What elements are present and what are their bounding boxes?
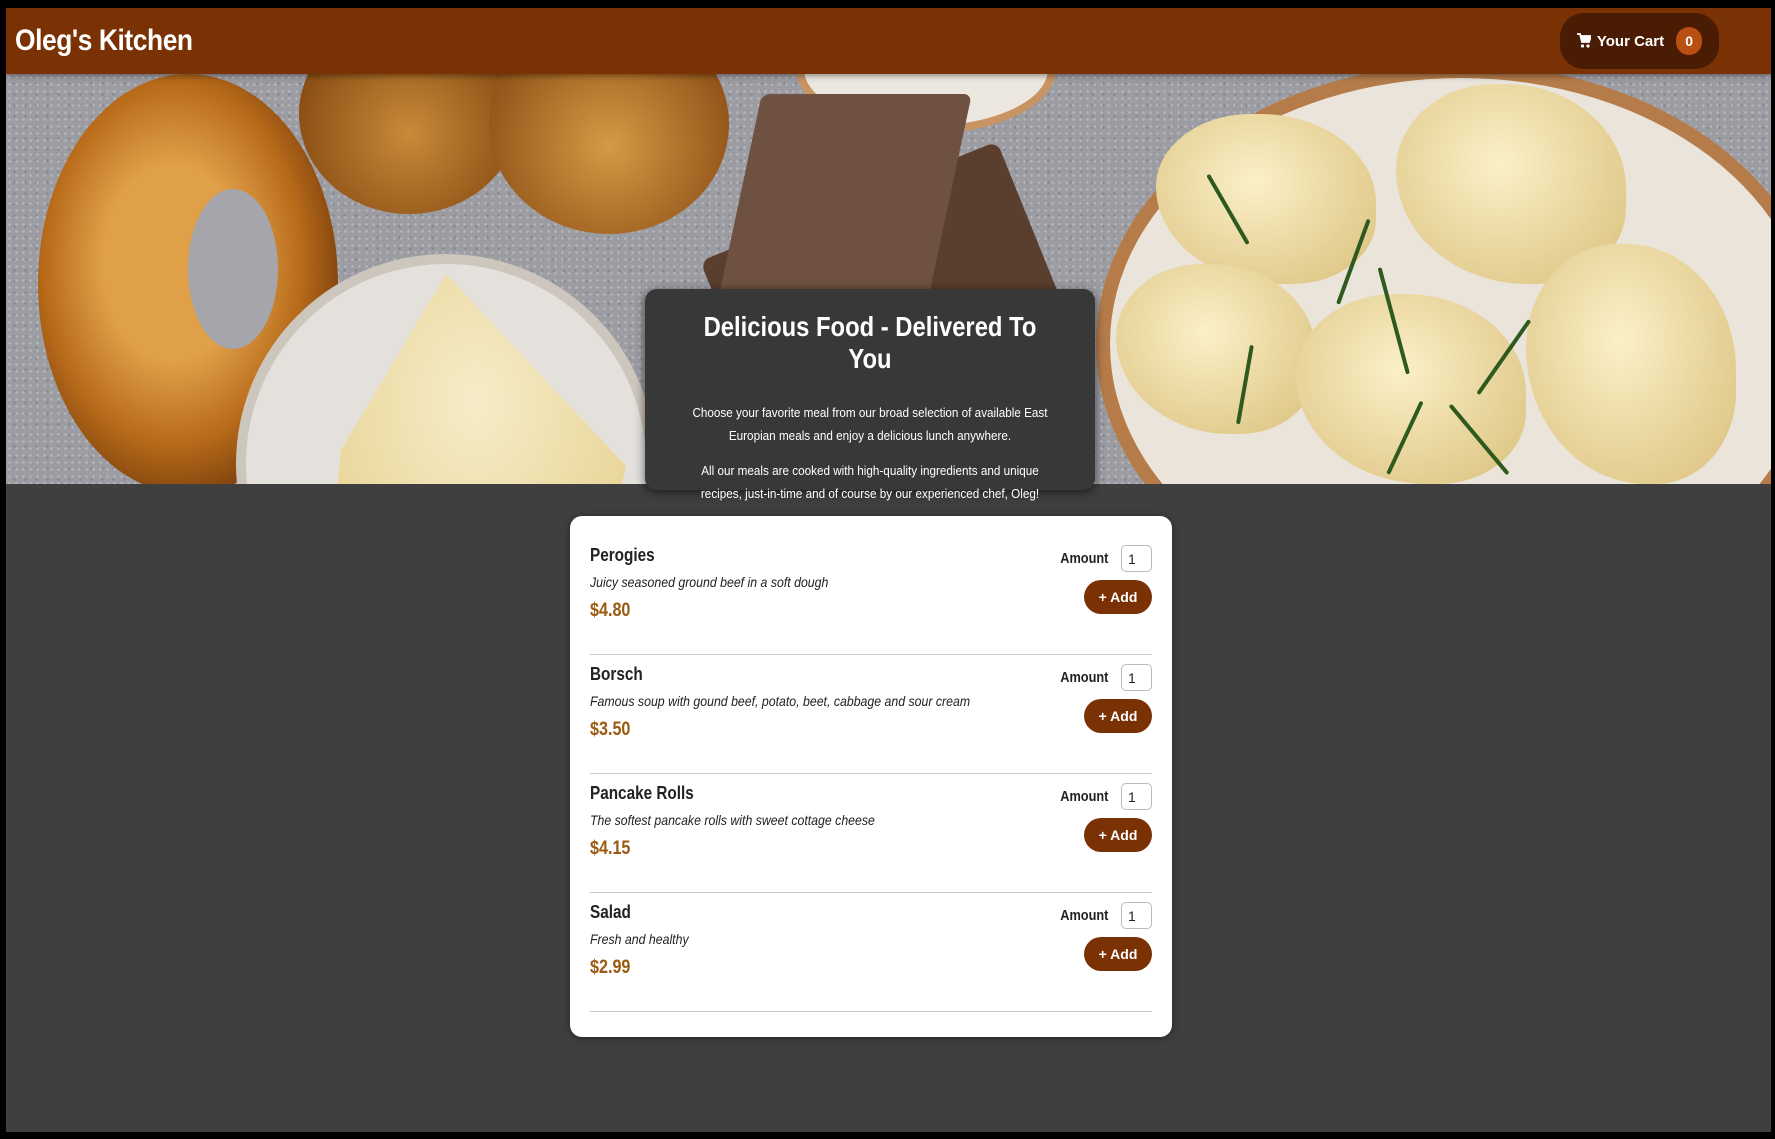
meal-description: Juicy seasoned ground beef in a soft dou… (590, 574, 829, 590)
add-button[interactable]: + Add (1084, 937, 1152, 971)
meal-name: Perogies (590, 545, 655, 565)
summary-paragraph-1: Choose your favorite meal from our broad… (692, 405, 1048, 443)
meal-description: Famous soup with gound beef, potato, bee… (590, 693, 971, 709)
cart-icon (1576, 33, 1593, 49)
amount-input[interactable] (1121, 902, 1152, 929)
app-frame: Oleg's Kitchen Your Cart 0 Delicious Foo… (6, 8, 1771, 1132)
cart-label: Your Cart (1596, 32, 1665, 50)
amount-input[interactable] (1121, 545, 1152, 572)
main-header: Oleg's Kitchen Your Cart 0 (6, 8, 1771, 74)
meal-item: Perogies Juicy seasoned ground beef in a… (590, 536, 1152, 655)
amount-label: Amount (1060, 788, 1109, 805)
meal-info: Salad Fresh and healthy $2.99 (590, 902, 702, 979)
amount-input[interactable] (1121, 783, 1152, 810)
meal-info: Borsch Famous soup with gound beef, pota… (590, 664, 1022, 741)
amount-label: Amount (1060, 907, 1109, 924)
meal-name: Borsch (590, 664, 643, 684)
meal-form: Amount + Add (1056, 783, 1152, 852)
amount-label: Amount (1060, 550, 1109, 567)
summary-paragraph-2: All our meals are cooked with high-quali… (700, 463, 1040, 501)
meal-form: Amount + Add (1056, 545, 1152, 614)
meal-description: Fresh and healthy (590, 931, 689, 947)
meal-price: $2.99 (590, 957, 631, 978)
add-button[interactable]: + Add (1084, 580, 1152, 614)
meal-info: Pancake Rolls The softest pancake rolls … (590, 783, 914, 860)
amount-input[interactable] (1121, 664, 1152, 691)
meal-item: Salad Fresh and healthy $2.99 Amount + A… (590, 893, 1152, 1012)
meal-name: Pancake Rolls (590, 783, 694, 803)
meal-name: Salad (590, 902, 631, 922)
meal-item: Borsch Famous soup with gound beef, pota… (590, 655, 1152, 774)
meals-list: Perogies Juicy seasoned ground beef in a… (570, 516, 1172, 1037)
add-button[interactable]: + Add (1084, 818, 1152, 852)
brand-title: Oleg's Kitchen (15, 24, 193, 57)
meal-price: $4.80 (590, 600, 631, 621)
meal-info: Perogies Juicy seasoned ground beef in a… (590, 545, 861, 622)
meal-price: $3.50 (590, 719, 631, 740)
add-button[interactable]: + Add (1084, 699, 1152, 733)
meal-form: Amount + Add (1056, 902, 1152, 971)
cart-count-badge: 0 (1676, 27, 1703, 55)
meal-form: Amount + Add (1056, 664, 1152, 733)
meal-description: The softest pancake rolls with sweet cot… (590, 812, 875, 828)
cart-button[interactable]: Your Cart 0 (1560, 13, 1719, 69)
meal-price: $4.15 (590, 838, 631, 859)
meal-item: Pancake Rolls The softest pancake rolls … (590, 774, 1152, 893)
summary-card: Delicious Food - Delivered To You Choose… (645, 289, 1095, 501)
summary-title: Delicious Food - Delivered To You (703, 311, 1037, 374)
amount-label: Amount (1060, 669, 1109, 686)
